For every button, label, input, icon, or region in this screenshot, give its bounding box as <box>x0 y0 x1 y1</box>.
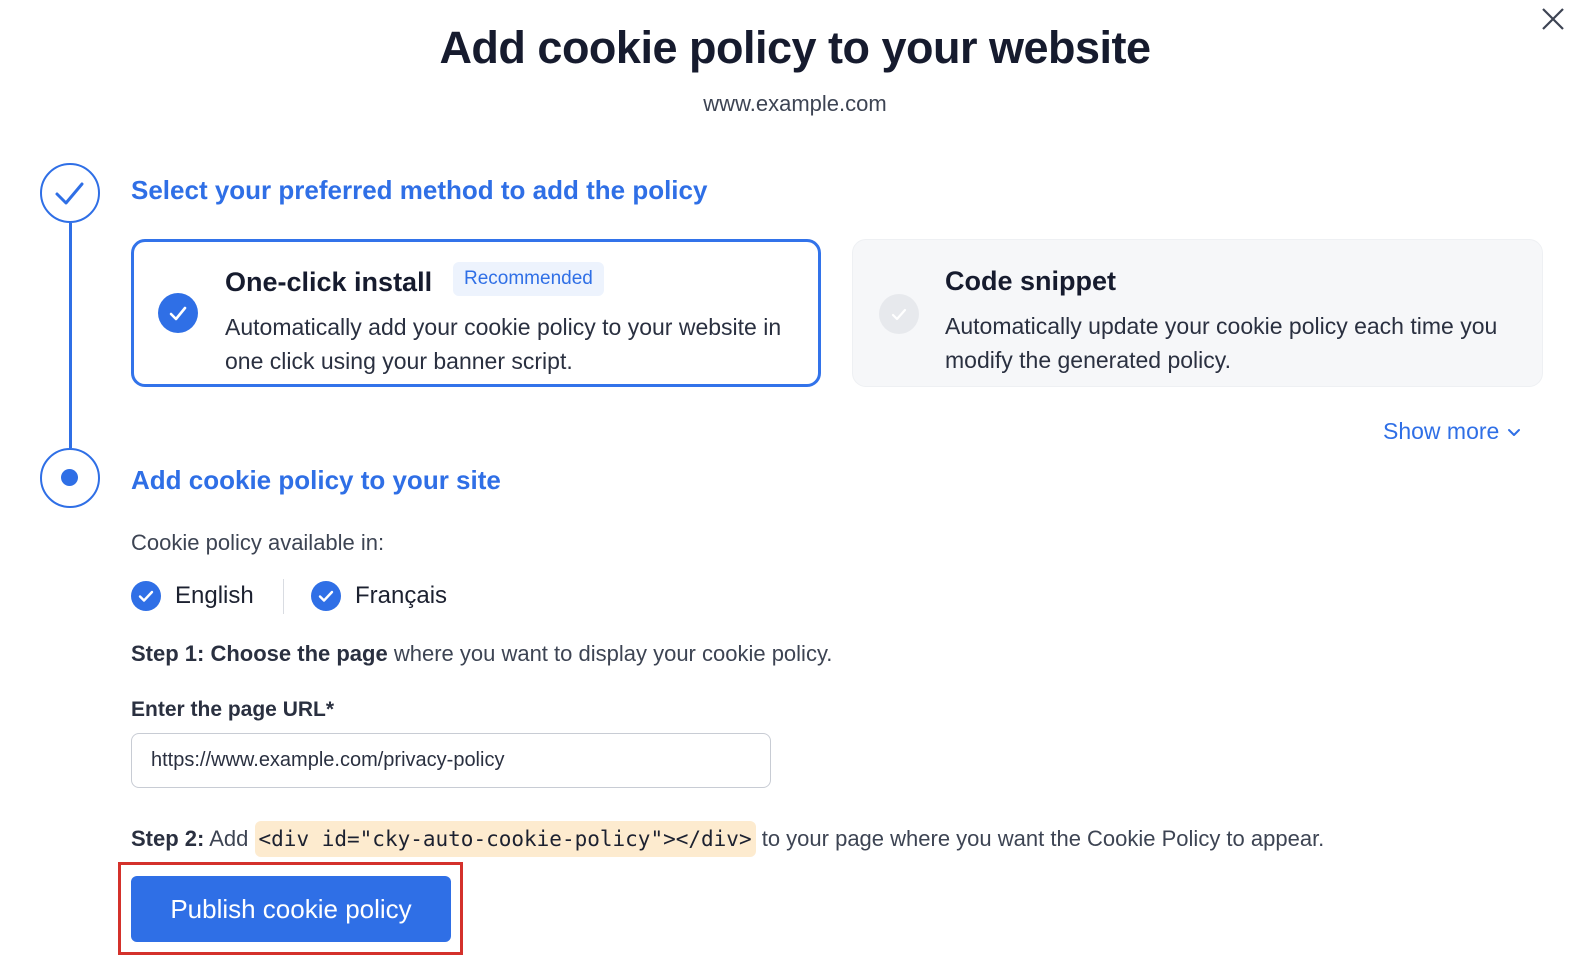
available-languages-label: Cookie policy available in: <box>131 530 385 555</box>
dialog-title: Add cookie policy to your website <box>439 22 1151 73</box>
code-snippet-option[interactable]: Code snippet Automatically update your c… <box>852 239 1543 387</box>
show-more-link[interactable]: Show more <box>1383 418 1523 445</box>
unselected-check-icon <box>879 294 919 334</box>
check-circle-icon <box>311 581 341 611</box>
page-url-label: Enter the page URL* <box>131 698 335 721</box>
step2-active-indicator <box>40 448 100 508</box>
instruction-step1-text: where you want to display your cookie po… <box>387 641 833 666</box>
instruction-step1: Step 1: Choose the page where you want t… <box>131 641 832 667</box>
active-dot-icon <box>61 469 78 486</box>
instruction-step1-bold: Step 1: Choose the page <box>131 641 388 666</box>
language-french[interactable]: Français <box>311 580 447 612</box>
code-snippet-text: <div id="cky-auto-cookie-policy"></div> <box>254 821 756 857</box>
instruction-step2-bold: Step 2: <box>131 826 205 851</box>
stepper-line <box>69 223 72 448</box>
language-english[interactable]: English <box>131 580 254 612</box>
option-description: Automatically add your cookie policy to … <box>225 314 782 374</box>
check-icon <box>55 182 84 205</box>
option-description: Automatically update your cookie policy … <box>945 313 1498 373</box>
instruction-step2-pre: Add <box>204 826 255 851</box>
chevron-down-icon <box>1508 428 1521 436</box>
instruction-step2-post: to your page where you want the Cookie P… <box>755 826 1325 851</box>
step1-title: Select your preferred method to add the … <box>131 175 708 205</box>
show-more-label: Show more <box>1383 418 1500 444</box>
instruction-step2: Step 2: Add <div id="cky-auto-cookie-pol… <box>131 821 1325 857</box>
one-click-install-option[interactable]: One-click install Recommended Automatica… <box>131 239 821 387</box>
recommended-badge: Recommended <box>453 262 604 296</box>
website-url: www.example.com <box>703 91 887 116</box>
publish-cookie-policy-button[interactable]: Publish cookie policy <box>131 876 451 942</box>
language-label: English <box>175 582 254 609</box>
language-divider <box>283 579 284 614</box>
step2-title: Add cookie policy to your site <box>131 465 501 495</box>
page-url-input[interactable] <box>131 733 771 788</box>
language-label: Français <box>355 582 448 609</box>
option-title: One-click install <box>225 267 433 297</box>
selected-check-icon <box>158 293 198 333</box>
option-title: Code snippet <box>945 266 1117 296</box>
check-circle-icon <box>131 581 161 611</box>
step1-complete-indicator <box>40 163 100 223</box>
